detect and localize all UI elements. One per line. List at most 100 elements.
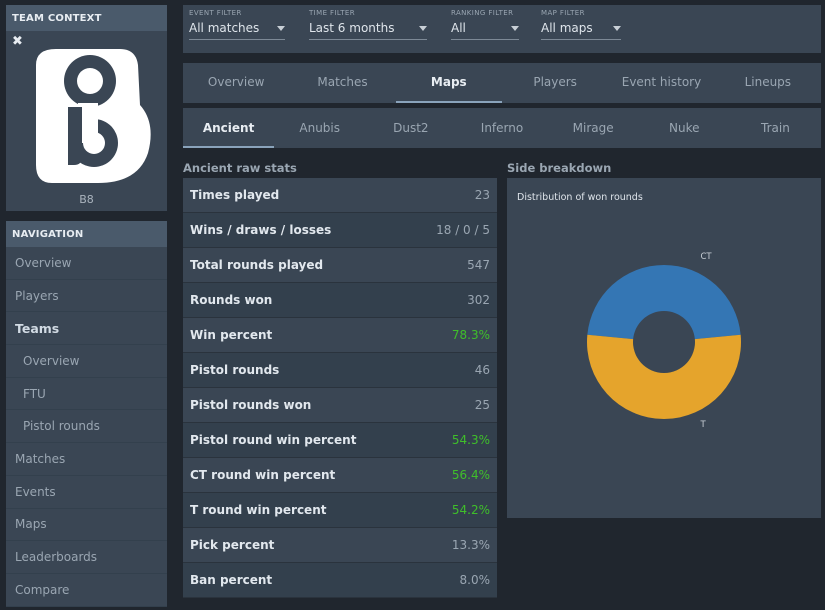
donut-label-t: T: [700, 419, 706, 430]
stat-value: 302: [467, 293, 490, 307]
filter-value: Last 6 months: [309, 21, 395, 35]
nav-item-ftu[interactable]: FTU: [6, 378, 167, 411]
navigation-header: NAVIGATION: [6, 221, 167, 247]
nav-item-teams[interactable]: Teams: [6, 312, 167, 346]
donut-slice-t[interactable]: [587, 334, 741, 419]
tab-lineups[interactable]: Lineups: [715, 63, 821, 103]
chevron-down-icon: [613, 25, 621, 31]
stat-name: Pistol round win percent: [190, 433, 357, 447]
stat-name: Rounds won: [190, 293, 273, 307]
stat-value: 78.3%: [451, 328, 490, 342]
nav-item-overview[interactable]: Overview: [6, 345, 167, 378]
b8-logo-icon: [36, 49, 151, 183]
won-rounds-donut-chart: [587, 265, 741, 419]
table-row: Times played 23: [183, 178, 497, 213]
donut-slice-ct[interactable]: [587, 265, 741, 340]
stat-value: 54.3%: [451, 433, 490, 447]
navigation-panel: NAVIGATION Overview Players Teams Overview F…: [6, 221, 167, 607]
tab-maps[interactable]: Maps: [395, 63, 503, 103]
stats-title: Ancient raw stats: [183, 161, 297, 175]
nav-item-matches[interactable]: Matches: [6, 443, 167, 476]
nav-item-overview[interactable]: Overview: [6, 247, 167, 280]
chevron-down-icon: [277, 25, 285, 31]
event-filter-select[interactable]: All matches: [189, 21, 285, 40]
nav-item-pistol-rounds[interactable]: Pistol rounds: [6, 410, 167, 444]
table-row: Total rounds played 547: [183, 248, 497, 283]
breakdown-title: Side breakdown: [507, 161, 612, 175]
donut-label-ct: CT: [700, 252, 712, 263]
table-row: T round win percent 54.2%: [183, 493, 497, 528]
tab-overview[interactable]: Overview: [183, 63, 289, 103]
filter-bar: EVENT FILTER All matches TIME FILTER Las…: [183, 5, 821, 53]
stats-table: Times played 23 Wins / draws / losses 18 / …: [183, 178, 497, 598]
stat-name: Win percent: [190, 328, 273, 342]
filter-value: All maps: [541, 21, 593, 35]
stat-value: 547: [467, 258, 490, 272]
stat-name: Ban percent: [190, 573, 273, 587]
map-filter[interactable]: MAP FILTER All maps: [541, 9, 621, 40]
ranking-filter[interactable]: RANKING FILTER All: [451, 9, 519, 40]
stat-name: CT round win percent: [190, 468, 336, 482]
table-row: Wins / draws / losses 18 / 0 / 5: [183, 213, 497, 248]
time-filter[interactable]: TIME FILTER Last 6 months: [309, 9, 427, 40]
tab-players[interactable]: Players: [502, 63, 608, 103]
filter-label: MAP FILTER: [541, 9, 585, 17]
close-icon[interactable]: ✖: [12, 35, 23, 48]
table-row: Pistol rounds won 25: [183, 388, 497, 423]
table-row: Pick percent 13.3%: [183, 528, 497, 563]
map-filter-select[interactable]: All maps: [541, 21, 621, 40]
map-tab-mirage[interactable]: Mirage: [548, 108, 639, 148]
tab-matches[interactable]: Matches: [289, 63, 395, 103]
nav-item-players[interactable]: Players: [6, 280, 167, 313]
stat-value: 23: [474, 188, 490, 202]
filter-label: EVENT FILTER: [189, 9, 242, 17]
chevron-down-icon: [511, 25, 519, 31]
nav-item-leaderboards[interactable]: Leaderboards: [6, 541, 167, 574]
stat-value: 8.0%: [459, 573, 491, 587]
stat-value: 13.3%: [451, 538, 490, 552]
stat-value: 56.4%: [451, 468, 490, 482]
side-breakdown-panel: Distribution of won rounds CT T: [507, 178, 821, 518]
team-name: B8: [79, 193, 94, 206]
nav-item-events[interactable]: Events: [6, 476, 167, 509]
filter-label: TIME FILTER: [309, 9, 356, 17]
map-tab-anubis[interactable]: Anubis: [274, 108, 365, 148]
map-tab-train[interactable]: Train: [730, 108, 821, 148]
team-context-header: TEAM CONTEXT: [6, 5, 167, 31]
main-tabs: Overview Matches Maps Players Event history L…: [183, 63, 821, 103]
filter-label: RANKING FILTER: [451, 9, 514, 17]
map-tab-inferno[interactable]: Inferno: [456, 108, 547, 148]
table-row: Pistol round win percent 54.3%: [183, 423, 497, 458]
table-row: Rounds won 302: [183, 283, 497, 318]
stat-name: Times played: [190, 188, 280, 202]
stat-value: 25: [474, 398, 490, 412]
event-filter[interactable]: EVENT FILTER All matches: [189, 9, 285, 40]
chevron-down-icon: [419, 25, 427, 31]
nav-item-maps[interactable]: Maps: [6, 509, 167, 542]
table-row: Win percent 78.3%: [183, 318, 497, 353]
time-filter-select[interactable]: Last 6 months: [309, 21, 427, 40]
ranking-filter-select[interactable]: All: [451, 21, 519, 40]
table-row: CT round win percent 56.4%: [183, 458, 497, 493]
stat-name: Pistol rounds won: [190, 398, 312, 412]
stat-name: T round win percent: [190, 503, 327, 517]
stat-name: Pick percent: [190, 538, 275, 552]
stat-name: Total rounds played: [190, 258, 324, 272]
stat-name: Wins / draws / losses: [190, 223, 332, 237]
map-tab-nuke[interactable]: Nuke: [639, 108, 730, 148]
navigation-list: Overview Players Teams Overview FTU Pistol ro…: [6, 247, 167, 607]
map-tab-dust2[interactable]: Dust2: [365, 108, 456, 148]
nav-item-compare[interactable]: Compare: [6, 574, 167, 607]
filter-value: All: [451, 21, 466, 35]
stat-value: 54.2%: [451, 503, 490, 517]
stat-name: Pistol rounds: [190, 363, 280, 377]
stat-value: 46: [474, 363, 490, 377]
table-row: Pistol rounds 46: [183, 353, 497, 388]
filter-value: All matches: [189, 21, 260, 35]
table-row: Ban percent 8.0%: [183, 563, 497, 598]
map-tab-ancient[interactable]: Ancient: [183, 108, 275, 148]
stat-value: 18 / 0 / 5: [436, 223, 490, 237]
team-context-panel: TEAM CONTEXT ✖ B8: [6, 5, 167, 211]
tab-event-history[interactable]: Event history: [608, 63, 714, 103]
map-tabs: Ancient Anubis Dust2 Inferno Mirage Nuke Train: [183, 108, 821, 148]
